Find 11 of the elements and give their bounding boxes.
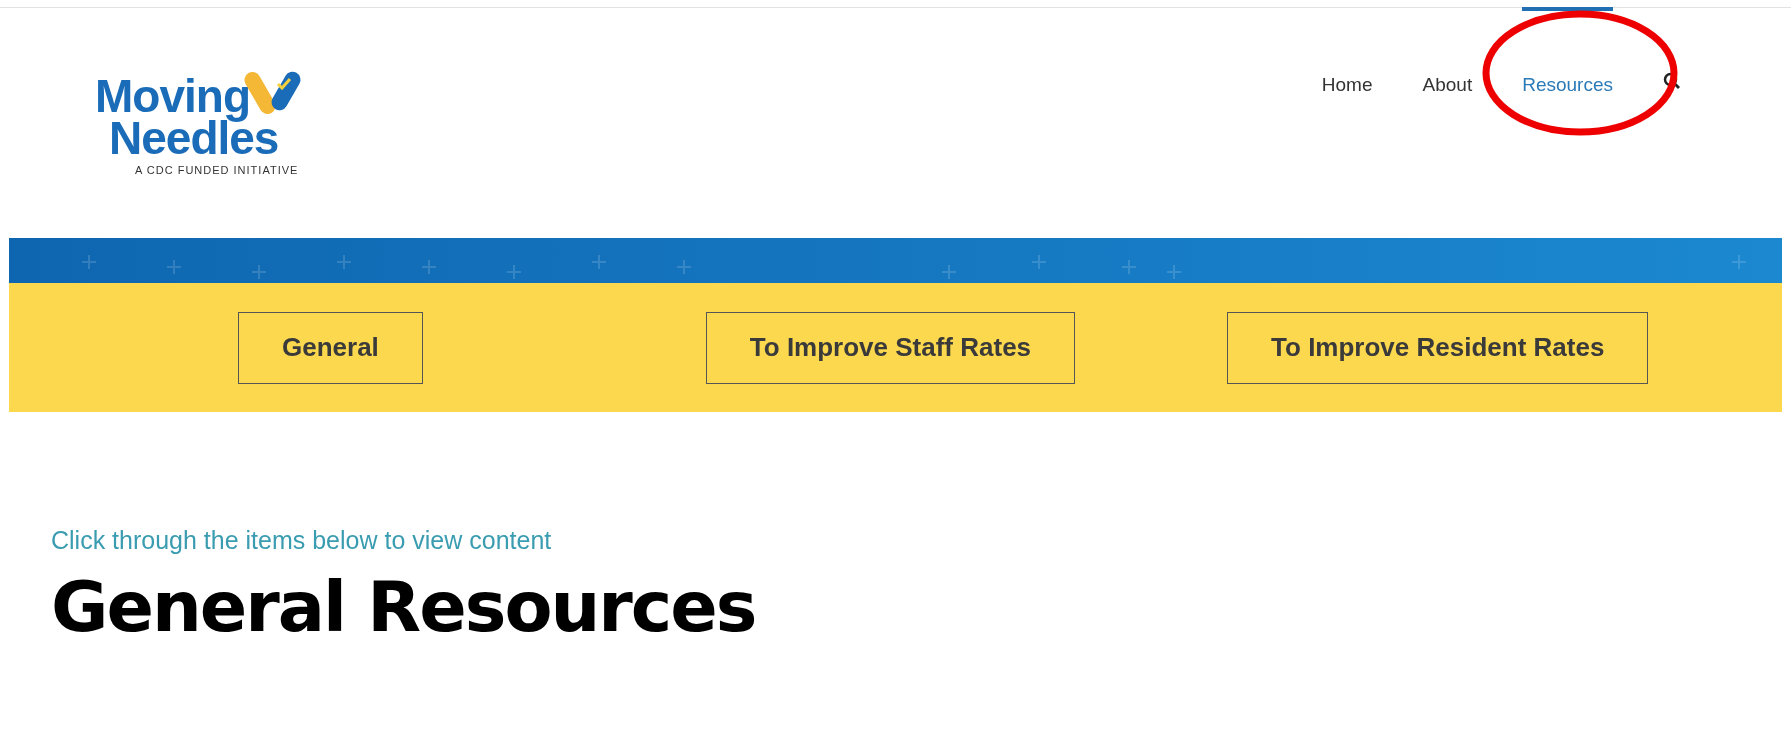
category-button[interactable]: To Improve Staff Rates (705, 311, 1076, 384)
category-button[interactable]: General (238, 311, 423, 384)
nav-link[interactable]: About (1422, 7, 1473, 104)
logo[interactable]: Moving Needles A CDC FUNDED INITIATIVE (95, 68, 345, 188)
search-icon[interactable] (1663, 72, 1681, 90)
intro-text: Click through the items below to view content (51, 525, 553, 555)
logo-tagline: A CDC FUNDED INITIATIVE (135, 163, 299, 178)
page-heading: General Resources (51, 567, 757, 647)
nav-link[interactable]: Home (1321, 7, 1373, 104)
category-button[interactable]: To Improve Resident Rates (1227, 311, 1649, 384)
nav-link[interactable]: Resources (1522, 7, 1613, 104)
